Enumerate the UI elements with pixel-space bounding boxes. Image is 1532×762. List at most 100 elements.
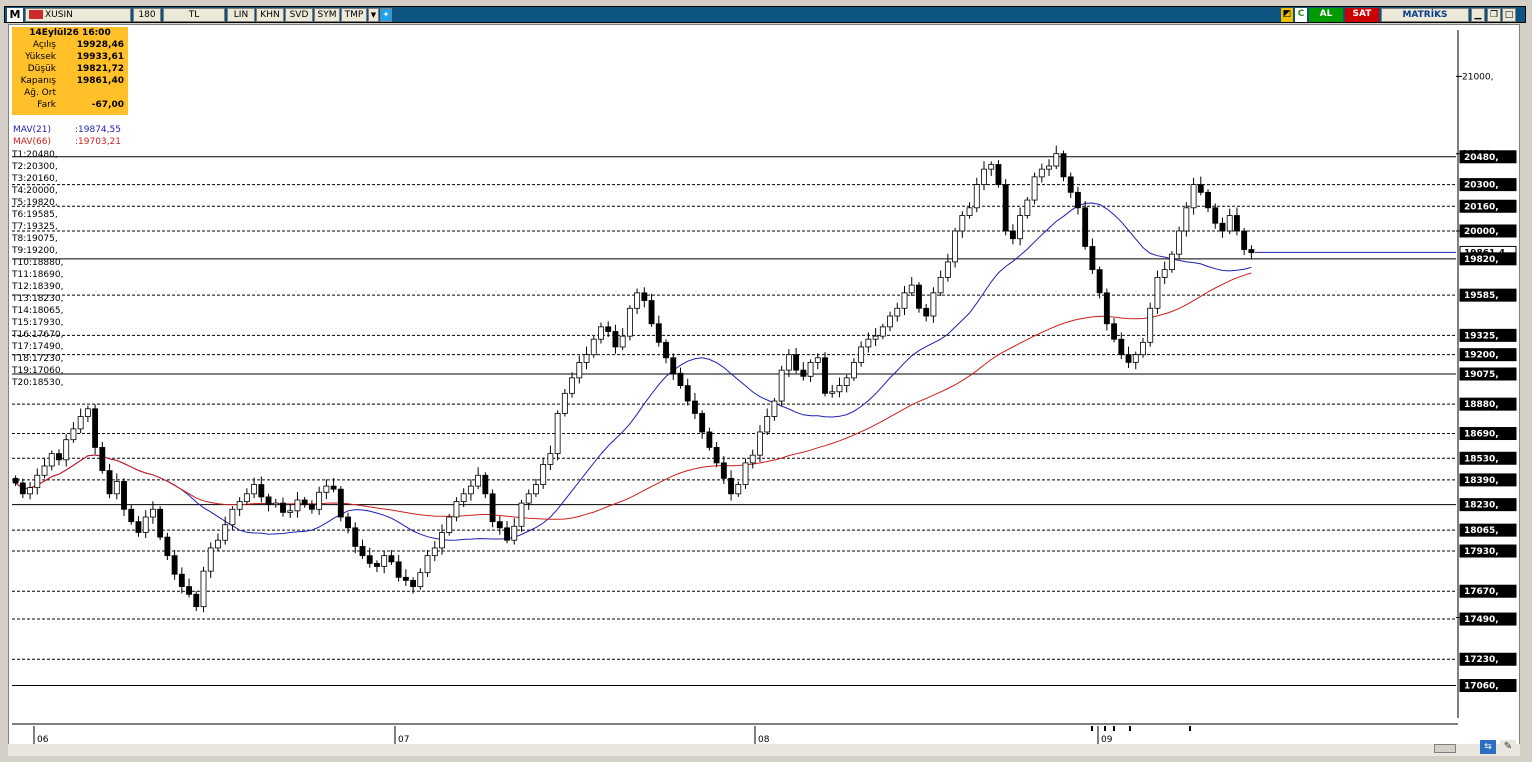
- candlestick-chart[interactable]: 21000,20500,20000,17500,20480,20300,2016…: [0, 0, 1532, 762]
- candle-body-up: [843, 377, 850, 386]
- candle-body-up: [879, 326, 886, 337]
- level-label-t19: T19:17060,: [12, 366, 64, 376]
- candle-body-up: [735, 484, 742, 495]
- candle-body-up: [287, 510, 294, 513]
- scroll-thumb[interactable]: [1434, 744, 1456, 753]
- candle-body-up: [959, 215, 966, 232]
- candle: [583, 346, 590, 370]
- candle: [1241, 227, 1248, 256]
- candle-body-down: [99, 447, 106, 472]
- candle: [735, 481, 742, 497]
- candle: [944, 253, 951, 282]
- candle-body-up: [41, 465, 48, 476]
- level-tag-label: 18390,: [1464, 476, 1499, 486]
- candle: [533, 478, 539, 497]
- candle: [547, 445, 554, 471]
- candle: [865, 332, 872, 353]
- level-label-t1: T1:20480,: [12, 150, 58, 160]
- candle-body-up: [63, 439, 70, 461]
- candle: [561, 388, 568, 417]
- candle: [952, 227, 959, 268]
- candle-body-up: [1046, 165, 1052, 170]
- zoom-icon[interactable]: ⇆: [1480, 740, 1496, 754]
- candle-body-up: [84, 408, 91, 417]
- candle-body-down: [684, 385, 691, 402]
- candle-body-down: [612, 331, 619, 348]
- candle-body-down: [395, 561, 402, 578]
- info-date: 14Eylül26 16:00: [29, 28, 111, 38]
- candle: [793, 347, 800, 374]
- level-tag-label: 20000,: [1464, 227, 1499, 237]
- candle: [814, 353, 821, 370]
- candle-body-down: [265, 496, 272, 506]
- candle-body-up: [34, 474, 41, 489]
- candle: [63, 434, 70, 467]
- candle: [764, 408, 771, 436]
- candle-body-down: [330, 485, 337, 490]
- candle-body-up: [511, 525, 518, 541]
- candle: [1060, 150, 1067, 182]
- candle-body-down: [410, 580, 417, 587]
- candle-body-up: [973, 184, 980, 209]
- candle-body-up: [858, 346, 865, 363]
- horizontal-scrollbar[interactable]: [8, 744, 1520, 756]
- candle: [1248, 245, 1255, 260]
- candle-body-up: [807, 362, 814, 377]
- settings-icon[interactable]: ✎: [1500, 740, 1516, 754]
- candle: [84, 405, 91, 423]
- candle-body-up: [1132, 354, 1139, 363]
- candle-body-down: [1118, 338, 1125, 356]
- candle: [424, 550, 431, 577]
- candle-body-down: [193, 593, 200, 608]
- candle: [771, 397, 778, 421]
- price-axis: 21000,20500,20000,17500,20480,20300,2016…: [1456, 30, 1517, 718]
- support-resistance-levels: [12, 156, 1456, 687]
- candle: [684, 378, 691, 406]
- candle-body-down: [12, 477, 19, 484]
- candle-body-down: [648, 300, 655, 325]
- candle: [1024, 196, 1031, 219]
- candle: [699, 410, 706, 439]
- candle: [1103, 288, 1110, 331]
- candle-body-down: [258, 484, 265, 498]
- mav66-line: [15, 272, 1252, 520]
- candle: [966, 202, 973, 219]
- candle: [316, 486, 323, 515]
- candle: [850, 358, 857, 381]
- candle-body-down: [1241, 230, 1248, 250]
- candle-body-up: [785, 354, 792, 371]
- candle-body-up: [1154, 276, 1161, 309]
- candle: [1161, 261, 1168, 285]
- candle-body-up: [323, 485, 330, 493]
- candle-body-down: [106, 470, 113, 495]
- candle: [670, 353, 677, 381]
- candle: [663, 339, 669, 364]
- level-tag-label: 20160,: [1464, 202, 1499, 212]
- candle: [988, 161, 995, 176]
- info-row-change: Fark -67,00: [37, 100, 124, 110]
- candle: [1205, 189, 1211, 213]
- candle-body-up: [865, 338, 872, 348]
- candle-body-down: [1096, 269, 1103, 294]
- candle: [121, 478, 127, 517]
- candle-body-down: [171, 555, 178, 575]
- candle: [186, 578, 192, 598]
- candle: [872, 328, 879, 347]
- candle-body-down: [916, 284, 922, 309]
- candle-body-down: [135, 521, 142, 533]
- candle: [453, 497, 460, 522]
- candle: [128, 504, 135, 525]
- candle: [171, 550, 178, 580]
- candle-body-up: [944, 261, 951, 278]
- candle-body-down: [1060, 153, 1067, 178]
- info-row-open: Açılış 19928,46: [32, 40, 124, 50]
- candle: [381, 551, 388, 574]
- scroll-right-button[interactable]: [1458, 744, 1468, 753]
- candle: [1219, 217, 1226, 238]
- candle: [1017, 207, 1024, 246]
- candle-body-up: [272, 502, 279, 506]
- candle: [207, 542, 214, 578]
- candle-body-up: [236, 501, 243, 510]
- candle-body-up: [1017, 215, 1024, 240]
- candle: [19, 478, 26, 499]
